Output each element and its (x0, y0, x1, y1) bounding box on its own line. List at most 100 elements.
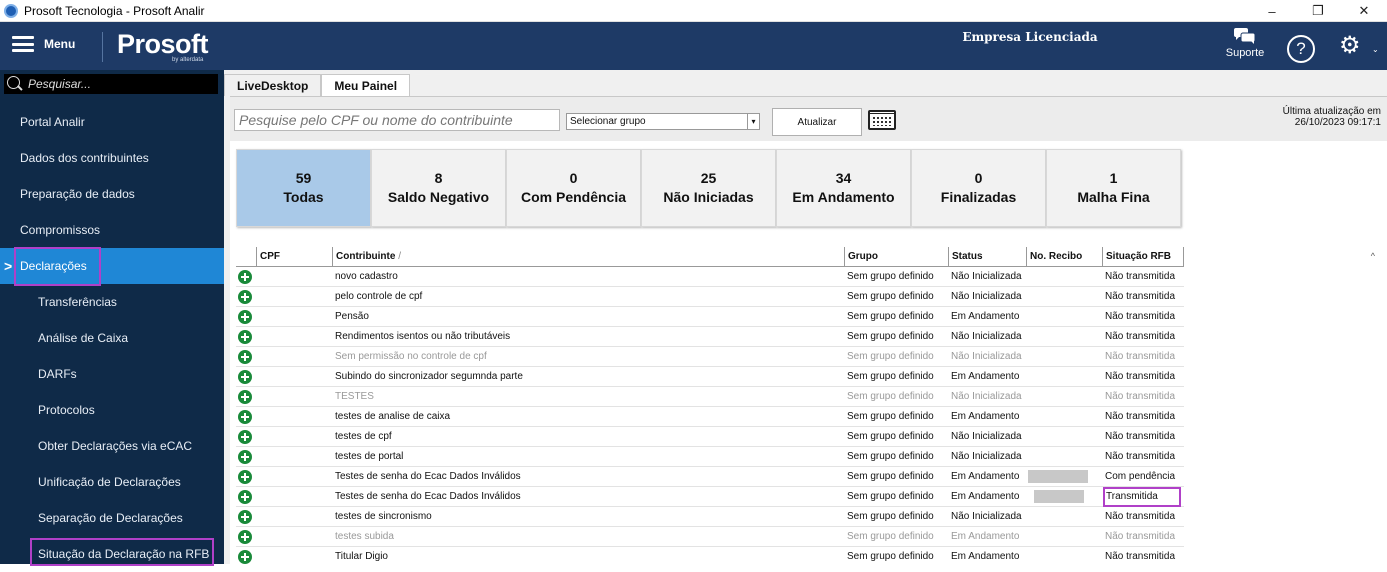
column-header-recibo[interactable]: No. Recibo (1026, 247, 1102, 267)
card-finalizadas[interactable]: 0 Finalizadas (911, 149, 1046, 227)
sidebar-item-label: Unificação de Declarações (38, 475, 181, 489)
scroll-up-icon[interactable]: ^ (1371, 251, 1375, 261)
add-icon[interactable] (238, 550, 252, 564)
situacao-cell: Não transmitida (1105, 271, 1176, 282)
add-icon[interactable] (238, 450, 252, 464)
add-icon[interactable] (238, 310, 252, 324)
maximize-button[interactable]: ❐ (1295, 0, 1341, 22)
card-com-pendencia[interactable]: 0 Com Pendência (506, 149, 641, 227)
table-row[interactable]: testes de analise de caixa Sem grupo defi… (236, 407, 1184, 427)
add-icon[interactable] (238, 290, 252, 304)
table-row[interactable]: testes de portal Sem grupo definido Não In… (236, 447, 1184, 467)
support-button[interactable]: Suporte (1222, 28, 1268, 59)
sidebar-item-obter-ecac[interactable]: Obter Declarações via eCAC (0, 428, 224, 464)
card-malha-fina[interactable]: 1 Malha Fina (1046, 149, 1181, 227)
column-header-cpf[interactable]: CPF (256, 247, 332, 267)
tab-meu-painel[interactable]: Meu Painel (321, 74, 411, 96)
close-button[interactable]: ✕ (1341, 0, 1387, 22)
card-todas[interactable]: 59 Todas (236, 149, 371, 227)
add-icon[interactable] (238, 490, 252, 504)
sidebar-item-preparacao-dados[interactable]: Preparação de dados (0, 176, 224, 212)
sidebar-item-protocolos[interactable]: Protocolos (0, 392, 224, 428)
tab-livedesktop[interactable]: LiveDesktop (224, 74, 322, 96)
contribuinte-cell: Titular Digio (335, 551, 388, 562)
sidebar-item-darfs[interactable]: DARFs (0, 356, 224, 392)
calendar-icon[interactable] (868, 110, 896, 130)
sidebar-item-label: Dados dos contribuintes (20, 151, 149, 165)
last-update-value: 26/10/2023 09:17:1 (1294, 117, 1381, 128)
add-icon[interactable] (238, 330, 252, 344)
app-header: Menu Prosoft by alterdata Empresa Licenc… (0, 22, 1387, 70)
add-icon[interactable] (238, 390, 252, 404)
grupo-cell: Sem grupo definido (847, 391, 934, 402)
sidebar-item-separacao[interactable]: Separação de Declarações (0, 500, 224, 536)
card-nao-iniciadas[interactable]: 25 Não Iniciadas (641, 149, 776, 227)
table-row[interactable]: Pensão Sem grupo definido Em Andamento Não … (236, 307, 1184, 327)
logo-subtitle: by alterdata (172, 57, 204, 63)
card-em-andamento[interactable]: 34 Em Andamento (776, 149, 911, 227)
grupo-cell: Sem grupo definido (847, 351, 934, 362)
table-row[interactable]: Subindo do sincronizador segumnda parte S… (236, 367, 1184, 387)
highlight-box (14, 247, 101, 286)
table-row[interactable]: Sem permissão no controle de cpf Sem grup… (236, 347, 1184, 367)
sidebar-item-portal-analir[interactable]: Portal Analir (0, 104, 224, 140)
sidebar-item-analise-caixa[interactable]: Análise de Caixa (0, 320, 224, 356)
licensed-company-label: Empresa Licenciada (962, 30, 1098, 44)
table-row[interactable]: Titular Digio Sem grupo definido Em Andame… (236, 547, 1184, 565)
contribuinte-cell: testes de analise de caixa (335, 411, 451, 422)
column-header-grupo[interactable]: Grupo (844, 247, 948, 267)
situacao-cell: Com pendência (1105, 471, 1176, 482)
table-row[interactable]: testes de cpf Sem grupo definido Não Inici… (236, 427, 1184, 447)
chevron-down-icon[interactable]: ⌄ (1372, 45, 1379, 54)
contribuinte-cell: TESTES (335, 391, 374, 402)
contribuinte-cell: Rendimentos isentos ou não tributáveis (335, 331, 511, 342)
situacao-cell: Não transmitida (1105, 371, 1176, 382)
table-row[interactable]: pelo controle de cpf Sem grupo definido Nã… (236, 287, 1184, 307)
situacao-cell: Não transmitida (1105, 531, 1176, 542)
sidebar-item-unificacao[interactable]: Unificação de Declarações (0, 464, 224, 500)
situacao-cell: Não transmitida (1105, 431, 1176, 442)
menu-button[interactable]: Menu (12, 36, 75, 52)
table-row[interactable]: Testes de senha do Ecac Dados Inválidos S… (236, 467, 1184, 487)
status-cell: Em Andamento (951, 491, 1020, 502)
contribuinte-cell: Sem permissão no controle de cpf (335, 351, 487, 362)
app-icon (4, 3, 18, 18)
situacao-cell: Não transmitida (1105, 411, 1176, 422)
table-row[interactable]: Testes de senha do Ecac Dados Inválidos S… (236, 487, 1184, 507)
sidebar-search-input[interactable] (28, 77, 208, 91)
table-row[interactable]: Rendimentos isentos ou não tributáveis Se… (236, 327, 1184, 347)
add-icon[interactable] (238, 470, 252, 484)
column-header-status[interactable]: Status (948, 247, 1026, 267)
group-select[interactable]: Selecionar grupo ▾ (566, 113, 760, 130)
sidebar-item-compromissos[interactable]: Compromissos (0, 212, 224, 248)
status-cell: Não Inicializada (951, 291, 1022, 302)
chevron-right-icon: > (4, 258, 13, 274)
column-header-situacao[interactable]: Situação RFB (1102, 247, 1184, 267)
update-button[interactable]: Atualizar (772, 108, 862, 136)
card-saldo-negativo[interactable]: 8 Saldo Negativo (371, 149, 506, 227)
table-row[interactable]: testes de sincronismo Sem grupo definido N… (236, 507, 1184, 527)
add-icon[interactable] (238, 430, 252, 444)
add-icon[interactable] (238, 370, 252, 384)
status-cell: Não Inicializada (951, 331, 1022, 342)
redacted-receipt (1034, 490, 1084, 503)
add-icon[interactable] (238, 270, 252, 284)
add-icon[interactable] (238, 350, 252, 364)
minimize-button[interactable]: – (1249, 0, 1295, 22)
gear-icon[interactable]: ⚙ (1339, 34, 1361, 58)
window-title: Prosoft Tecnologia - Prosoft Analir (24, 3, 205, 18)
help-icon[interactable]: ? (1287, 35, 1315, 63)
contribuinte-search-input[interactable]: Pesquise pelo CPF ou nome do contribuint… (234, 109, 560, 131)
table-row[interactable]: novo cadastro Sem grupo definido Não Inici… (236, 267, 1184, 287)
sidebar-search[interactable] (4, 74, 218, 94)
add-icon[interactable] (238, 410, 252, 424)
add-icon[interactable] (238, 530, 252, 544)
table-row[interactable]: TESTES Sem grupo definido Não Inicializada… (236, 387, 1184, 407)
meu-painel-panel: Pesquise pelo CPF ou nome do contribuint… (230, 96, 1387, 564)
sidebar-item-label: Compromissos (20, 223, 101, 237)
table-row[interactable]: testes subida Sem grupo definido Em Andame… (236, 527, 1184, 547)
column-header-contribuinte[interactable]: Contribuinte / (332, 247, 844, 267)
sidebar-item-dados-contribuintes[interactable]: Dados dos contribuintes (0, 140, 224, 176)
add-icon[interactable] (238, 510, 252, 524)
sidebar-item-transferencias[interactable]: Transferências (0, 284, 224, 320)
